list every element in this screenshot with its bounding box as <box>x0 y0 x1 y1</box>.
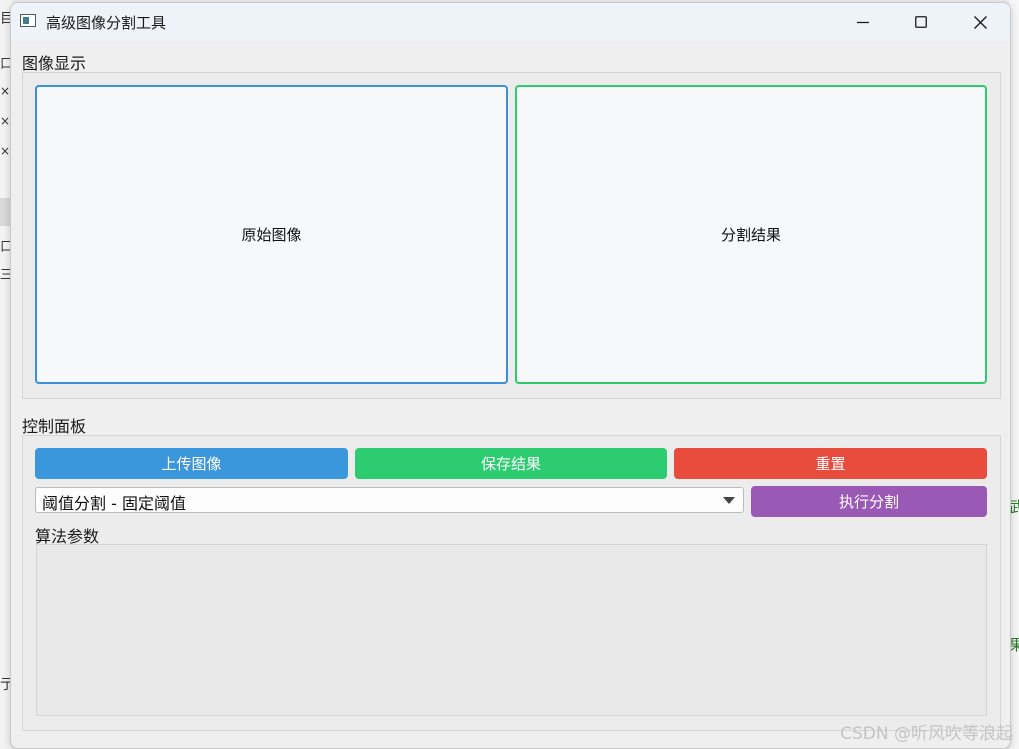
title-bar[interactable]: 高级图像分割工具 <box>11 3 1010 41</box>
result-image-panel[interactable]: 分割结果 <box>515 85 987 384</box>
background-text: × <box>0 144 11 158</box>
background-text: × <box>0 84 11 98</box>
original-image-label: 原始图像 <box>241 226 302 244</box>
algorithm-select-value: 阈值分割 - 固定阈值 <box>42 494 186 513</box>
chevron-down-icon[interactable] <box>723 497 735 504</box>
minimize-icon <box>857 21 869 24</box>
algorithm-params-area[interactable] <box>36 544 987 716</box>
algorithm-select[interactable]: 阈值分割 - 固定阈值 <box>35 487 744 513</box>
save-result-button[interactable]: 保存结果 <box>355 448 667 479</box>
close-button[interactable] <box>951 3 1009 41</box>
app-icon <box>20 14 36 27</box>
reset-button[interactable]: 重置 <box>674 448 987 479</box>
maximize-button[interactable] <box>892 3 950 41</box>
window-title: 高级图像分割工具 <box>46 14 167 32</box>
execute-segmentation-button[interactable]: 执行分割 <box>751 486 987 517</box>
control-group-title: 控制面板 <box>22 417 87 436</box>
watermark: CSDN @听风吹等浪起 <box>840 724 1013 744</box>
display-group-title: 图像显示 <box>22 54 87 73</box>
upload-image-button[interactable]: 上传图像 <box>35 448 348 479</box>
close-icon <box>973 15 987 29</box>
app-window: 高级图像分割工具 图像显示 原始图像 分割结果 控制面板 上传图像 保存结果 重… <box>10 2 1011 749</box>
original-image-panel[interactable]: 原始图像 <box>35 85 508 384</box>
minimize-button[interactable] <box>834 3 892 41</box>
background-text: × <box>0 114 11 128</box>
result-image-label: 分割结果 <box>720 226 781 244</box>
maximize-icon <box>915 16 927 28</box>
